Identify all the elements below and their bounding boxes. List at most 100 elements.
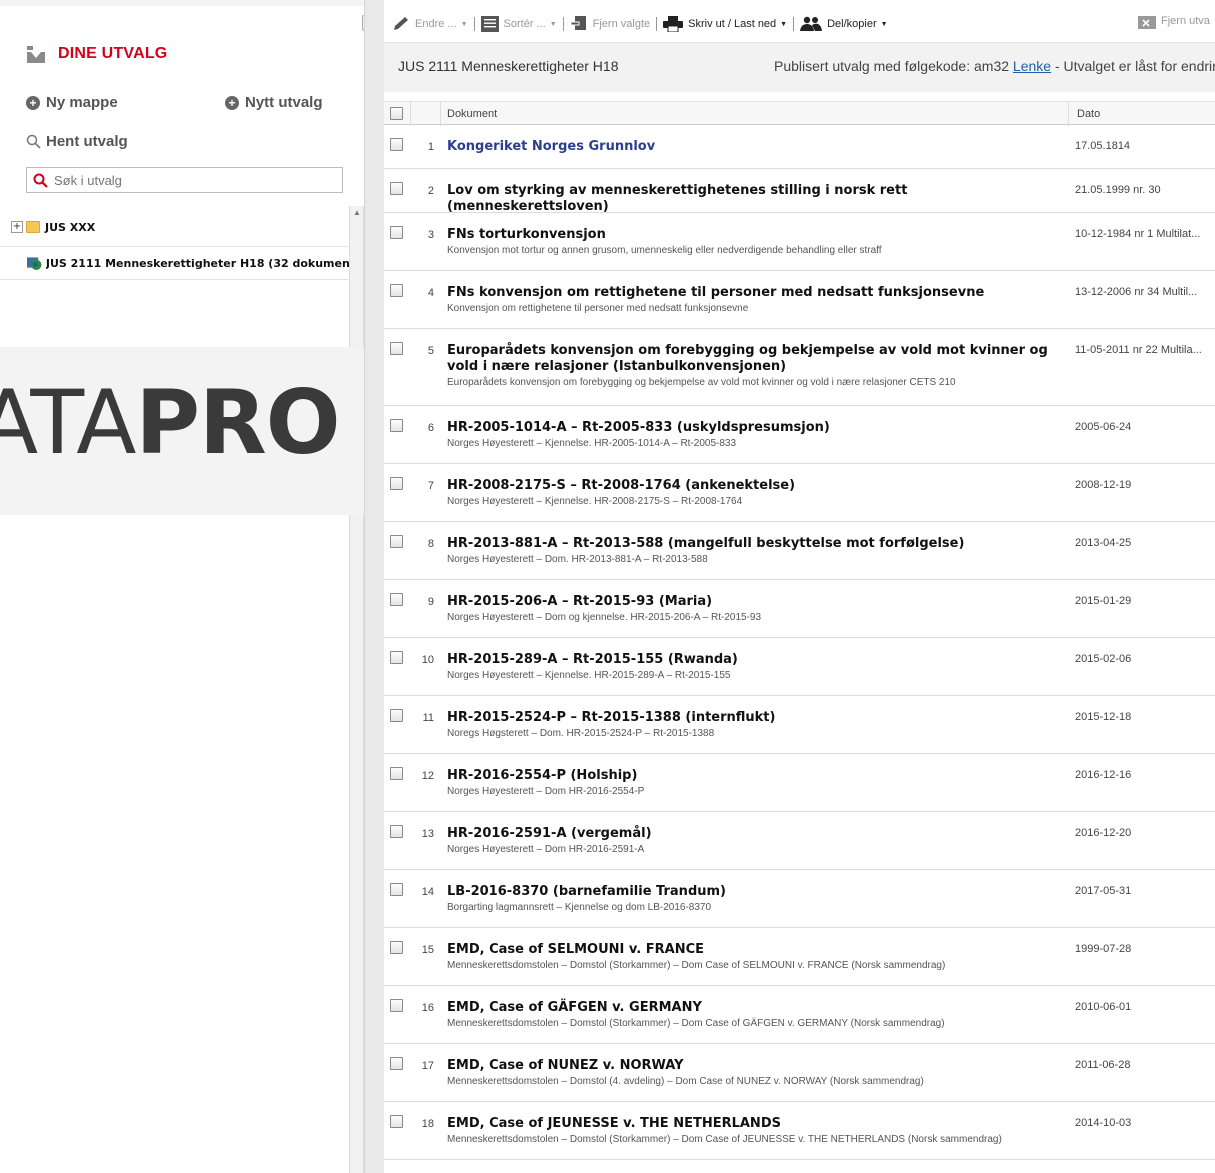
document-title-link[interactable]: Lov om styrking av menneskerettighetenes… [447,183,1061,215]
document-title-link[interactable]: EMD, Case of GÄFGEN v. GERMANY [447,1000,1061,1016]
row-checkbox[interactable] [390,941,403,954]
table-row: 1 Kongeriket Norges Grunnlov 17.05.1814 [384,125,1215,169]
document-cell: HR-2016-2554-P (Holship) Norges Høyester… [447,768,1061,798]
document-date: 1999-07-28 [1075,943,1132,955]
tree-node-jus-2111[interactable]: JUS 2111 Menneskerettigheter H18 (32 dok… [0,246,350,280]
toolbar-separator [793,17,795,31]
sort-menu-button[interactable]: Sortér ... ▼ [480,16,557,32]
left-panel: DINE UTVALG + Ny mappe + Nytt utvalg Hen… [0,0,364,1173]
row-checkbox[interactable] [390,284,403,297]
fetch-selection-button[interactable]: Hent utvalg [26,133,128,150]
row-number: 10 [421,654,434,666]
row-number: 1 [427,141,434,153]
row-checkbox[interactable] [390,342,403,355]
document-subtitle: Konvensjon mot tortur og annen grusom, u… [447,245,882,256]
document-subtitle: Borgarting lagmannsrett – Kjennelse og d… [447,902,712,913]
row-checkbox[interactable] [390,419,403,432]
expand-plus-icon[interactable]: + [11,221,23,233]
document-date: 13-12-2006 nr 34 Multil... [1075,286,1198,298]
table-row: 11 HR-2015-2524-P – Rt-2015-1388 (intern… [384,696,1215,754]
document-title-link[interactable]: HR-2016-2554-P (Holship) [447,768,1061,784]
table-body: 1 Kongeriket Norges Grunnlov 17.05.1814 … [384,125,1215,1160]
share-copy-button[interactable]: Del/kopier ▼ [800,16,888,32]
row-checkbox[interactable] [390,767,403,780]
table-row: 2 Lov om styrking av menneskerettigheten… [384,169,1215,215]
pencil-icon [394,17,408,30]
table-header: Dokument Dato [384,101,1215,126]
document-subtitle: Norges Høyesterett – Dom. HR-2013-881-A … [447,554,708,565]
right-panel: Endre ... ▼ Sortér ... ▼ Fjern valgte Sk… [384,0,1215,1173]
row-checkbox[interactable] [390,535,403,548]
share-link[interactable]: Lenke [1013,58,1051,74]
row-checkbox[interactable] [390,1115,403,1128]
tree-node-label: JUS XXX [45,220,96,234]
document-title-link[interactable]: EMD, Case of SELMOUNI v. FRANCE [447,942,1061,958]
row-checkbox[interactable] [390,1057,403,1070]
row-checkbox[interactable] [390,138,403,151]
table-row: 14 LB-2016-8370 (barnefamilie Trandum) B… [384,870,1215,928]
document-cell: HR-2015-289-A – Rt-2015-155 (Rwanda) Nor… [447,652,1061,682]
remove-selection-button[interactable]: Fjern utva [1138,13,1210,29]
document-title-link[interactable]: LB-2016-8370 (barnefamilie Trandum) [447,884,1061,900]
row-checkbox[interactable] [390,999,403,1012]
document-title-link[interactable]: Kongeriket Norges Grunnlov [447,139,1061,155]
table-row: 17 EMD, Case of NUNEZ v. NORWAY Menneske… [384,1044,1215,1102]
row-checkbox[interactable] [390,709,403,722]
row-number: 12 [421,770,434,782]
row-number: 11 [422,712,434,724]
panel-splitter[interactable] [364,0,384,1173]
document-title-link[interactable]: HR-2015-206-A – Rt-2015-93 (Maria) [447,594,1061,610]
list-icon [480,16,499,32]
row-checkbox[interactable] [390,651,403,664]
document-title-link[interactable]: Europarådets konvensjon om forebygging o… [447,343,1061,375]
tree-node-jus-xxx[interactable]: + JUS XXX [0,214,350,240]
new-selection-button[interactable]: + Nytt utvalg [225,94,323,111]
document-title-link[interactable]: HR-2015-289-A – Rt-2015-155 (Rwanda) [447,652,1061,668]
select-all-checkbox[interactable] [390,107,403,120]
column-header-document[interactable]: Dokument [447,108,497,120]
row-checkbox[interactable] [390,825,403,838]
row-number: 5 [427,345,434,357]
row-checkbox[interactable] [390,182,403,195]
document-title-link[interactable]: HR-2005-1014-A – Rt-2005-833 (uskyldspre… [447,420,1061,436]
document-title-link[interactable]: EMD, Case of NUNEZ v. NORWAY [447,1058,1061,1074]
new-folder-button[interactable]: + Ny mappe [26,94,118,111]
selection-search-input[interactable] [54,172,334,188]
new-folder-label: Ny mappe [46,94,118,111]
selection-title: JUS 2111 Menneskerettigheter H18 [398,58,619,74]
document-title-link[interactable]: FNs konvensjon om rettighetene til perso… [447,285,1061,301]
document-title-link[interactable]: FNs torturkonvensjon [447,227,1061,243]
document-title-link[interactable]: HR-2008-2175-S – Rt-2008-1764 (ankenekte… [447,478,1061,494]
table-row: 5 Europarådets konvensjon om forebygging… [384,329,1215,406]
document-title-link[interactable]: HR-2013-881-A – Rt-2013-588 (mangelfull … [447,536,1061,552]
document-title-link[interactable]: EMD, Case of JEUNESSE v. THE NETHERLANDS [447,1116,1061,1132]
document-cell: EMD, Case of NUNEZ v. NORWAY Menneskeret… [447,1058,1061,1088]
table-row: 13 HR-2016-2591-A (vergemål) Norges Høye… [384,812,1215,870]
print-download-button[interactable]: Skriv ut / Last ned ▼ [663,16,787,32]
table-row: 8 HR-2013-881-A – Rt-2013-588 (mangelful… [384,522,1215,580]
document-date: 17.05.1814 [1075,140,1131,152]
document-title-link[interactable]: HR-2016-2591-A (vergemål) [447,826,1061,842]
toolbar-separator [473,17,475,31]
row-number: 7 [427,480,434,492]
column-header-date[interactable]: Dato [1068,102,1215,126]
row-checkbox[interactable] [390,593,403,606]
document-title-link[interactable]: HR-2015-2524-P – Rt-2015-1388 (internflu… [447,710,1061,726]
document-date: 2005-06-24 [1075,421,1132,433]
table-row: 3 FNs torturkonvensjon Konvensjon mot to… [384,213,1215,271]
table-row: 10 HR-2015-289-A – Rt-2015-155 (Rwanda) … [384,638,1215,696]
row-checkbox[interactable] [390,226,403,239]
dine-utvalg-title: DINE UTVALG [58,45,168,62]
remove-selected-button[interactable]: Fjern valgte [570,16,650,32]
edit-menu-button[interactable]: Endre ... ▼ [392,16,468,32]
row-checkbox[interactable] [390,477,403,490]
document-cell: EMD, Case of SELMOUNI v. FRANCE Menneske… [447,942,1061,972]
document-cell: FNs konvensjon om rettighetene til perso… [447,285,1061,315]
row-checkbox[interactable] [390,883,403,896]
selection-header: JUS 2111 Menneskerettigheter H18 Publise… [384,42,1215,92]
document-subtitle: Konvensjon om rettighetene til personer … [447,303,749,314]
document-cell: HR-2008-2175-S – Rt-2008-1764 (ankenekte… [447,478,1061,508]
toolbar-separator [562,17,564,31]
scroll-up-arrow-icon[interactable]: ▲ [350,206,364,220]
row-number: 13 [421,828,434,840]
